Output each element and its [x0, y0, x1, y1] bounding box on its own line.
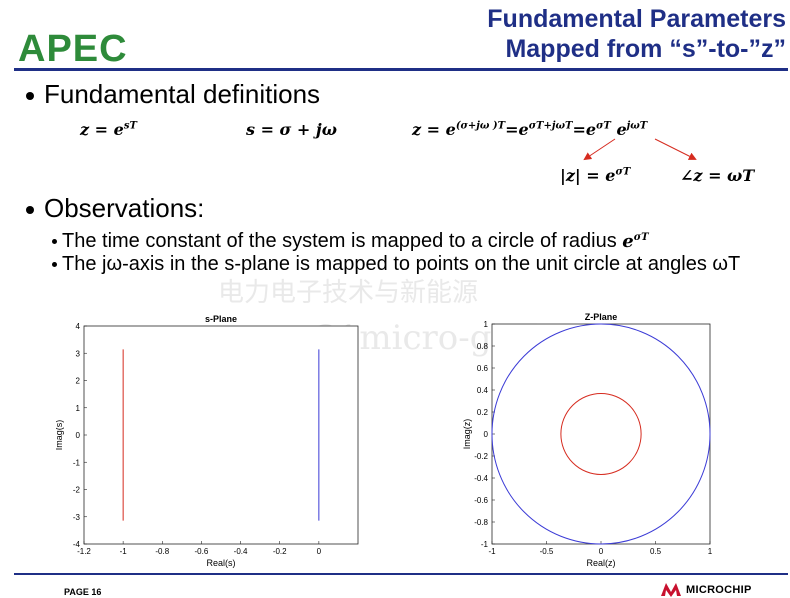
observation-2-text: The jω-axis in the s-plane is mapped to … [62, 253, 741, 275]
z-plane-ytick-label: 0.8 [477, 342, 489, 351]
equation-angle: ∠z = ωT [680, 166, 754, 185]
mag-text: |z| = e [560, 166, 616, 185]
z-plane-xtick-label: -1 [488, 547, 496, 556]
s-plane-ytick-label: 4 [76, 322, 81, 331]
bullet-definitions-text: Fundamental definitions [44, 79, 321, 109]
s-plane-title: s-Plane [205, 314, 237, 324]
z-plane-plot-frame [491, 323, 711, 545]
eq1-text: z = e [80, 120, 124, 139]
eq1-sup: sT [123, 120, 137, 132]
s-plane-ytick-label: -3 [73, 513, 81, 522]
z-plane-ytick-label: -0.8 [474, 518, 488, 527]
s-plane-xtick-label: -0.4 [234, 547, 248, 556]
z-plane-ytick-label: -1 [481, 540, 489, 549]
eq3-prefix: z = e [412, 120, 456, 139]
equation-s-def: s = σ + jω [246, 120, 337, 139]
z-plane-xlabel: Real(z) [586, 558, 615, 568]
s-plane-xtick-label: 0 [317, 547, 322, 556]
apec-logo: APEC [18, 28, 128, 66]
z-plane-xtick-label: -0.5 [540, 547, 554, 556]
s-plane-xtick-label: -0.6 [195, 547, 209, 556]
z-plane-ytick-label: 0.4 [477, 386, 489, 395]
arrow-to-magnitude [583, 138, 616, 161]
bullet-dot-icon [26, 92, 34, 101]
equation-z-def: z = esT [80, 120, 137, 139]
z-plane-ylabel: Imag(z) [462, 419, 472, 450]
s-plane-plot-frame [83, 325, 359, 545]
bullet-observations: Observations: [26, 193, 204, 223]
eq3-sup4: jωT [626, 120, 648, 132]
observation-1-math-sup: σT [633, 232, 649, 243]
bullet-definitions: Fundamental definitions [26, 79, 320, 109]
observation-item-2: The jω-axis in the s-plane is mapped to … [52, 252, 787, 276]
eq3-mid1: =e [505, 120, 529, 139]
z-plane-ytick-label: 1 [484, 320, 489, 329]
eq3-sup2: σT+jωT [528, 120, 573, 132]
s-plane-ytick-label: -4 [73, 540, 81, 549]
eq3-sup3: σT [596, 120, 611, 132]
eq2-text: s = σ + jω [246, 120, 337, 139]
title-divider [14, 68, 788, 71]
z-plane-ytick-label: -0.2 [474, 452, 488, 461]
s-plane-xtick-label: -1 [120, 547, 128, 556]
s-plane-ytick-label: -2 [73, 486, 81, 495]
equation-magnitude: |z| = eσT [560, 166, 630, 185]
sub-bullet-dot-icon [52, 239, 57, 245]
microchip-logo-icon [661, 583, 681, 597]
z-plane-ytick-label: 0 [484, 430, 489, 439]
slide-title-line2: Mapped from “s”-to-”z” [505, 35, 786, 63]
slide-title: Fundamental Parameters Mapped from “s”-t… [487, 4, 786, 64]
slide-title-line1: Fundamental Parameters [487, 5, 786, 33]
watermark-line1: 电力电子技术与新能源 [218, 278, 479, 308]
z-plane-ytick-label: 0.6 [477, 364, 489, 373]
page-number: PAGE 16 [64, 587, 102, 597]
mapping-arrows [583, 138, 697, 161]
s-plane-xtick-label: -0.8 [155, 547, 169, 556]
s-plane-ytick-label: -1 [73, 458, 81, 467]
z-plane-ytick-label: -0.6 [474, 496, 488, 505]
z-plane-chart: Z-Plane -1 -0.5 0 0.5 1 -1 -0.8 -0.6 -0.4 -0.2 0 0.2… [462, 312, 713, 568]
sub-bullet-dot-icon [52, 262, 57, 268]
arrow-to-angle [654, 138, 697, 160]
angle-text: ∠z = ωT [680, 166, 755, 185]
s-plane-ylabel: Imag(s) [56, 420, 64, 451]
mag-sup: σT [615, 166, 631, 178]
bullet-dot-icon [26, 206, 34, 215]
s-plane-chart: s-Plane-1.2 -1 -0.8 -0.6 -0.4 -0.2 0-4-3-2-101… [56, 314, 359, 568]
s-plane-xlabel: Real(s) [206, 558, 235, 568]
observation-item-1: The time constant of the system is mappe… [52, 226, 782, 254]
footer-divider [14, 573, 788, 575]
s-plane-xtick-label: -0.2 [273, 547, 287, 556]
z-plane-title: Z-Plane [585, 312, 618, 322]
microchip-brand: MICROCHIP [686, 584, 752, 596]
z-plane-xtick-label: 0 [599, 547, 604, 556]
apec-logo-text: APEC [18, 28, 128, 66]
s-plane-ytick-label: 2 [76, 377, 81, 386]
observation-1-text: The time constant of the system is mappe… [62, 230, 617, 252]
eq3-sup1: (σ+jω )T [455, 120, 506, 132]
z-plane-ytick-label: -0.4 [474, 474, 488, 483]
bullet-observations-text: Observations: [44, 193, 205, 223]
z-plane-xtick-label: 1 [708, 547, 713, 556]
s-plane-ytick-label: 0 [76, 431, 81, 440]
s-plane-ytick-label: 3 [76, 349, 81, 358]
z-plane-xtick-label: 0.5 [650, 547, 662, 556]
s-plane-ytick-label: 1 [76, 404, 81, 413]
z-plane-ytick-label: 0.2 [477, 408, 489, 417]
observation-1-math: e [622, 231, 634, 252]
